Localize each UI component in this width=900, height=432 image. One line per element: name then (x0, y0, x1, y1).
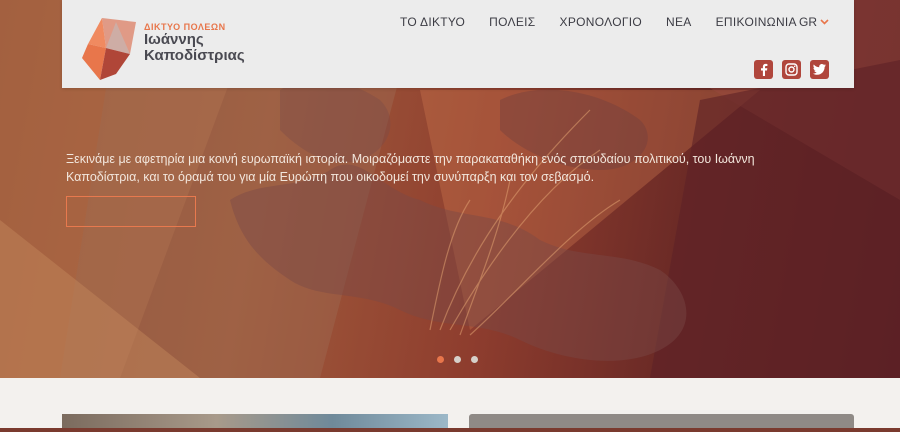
language-selector[interactable]: GR (799, 15, 829, 29)
carousel-dot-2[interactable] (454, 356, 461, 363)
carousel-dot-1[interactable] (437, 356, 444, 363)
twitter-icon[interactable] (810, 60, 829, 79)
brand-name-line2: Καποδίστριας (144, 47, 245, 64)
brand-name-line1: Ιωάννης (144, 31, 204, 48)
brand-name[interactable]: Ιωάννης Καποδίστριας (144, 32, 254, 64)
hero-description: Ξεκινάμε με αφετηρία μια κοινή ευρωπαϊκή… (66, 152, 755, 184)
nav-item-cities[interactable]: ΠΟΛΕΙΣ (489, 15, 535, 29)
carousel-dots (437, 356, 488, 363)
nav-item-news[interactable]: ΝΕΑ (666, 15, 692, 29)
carousel-dot-3[interactable] (471, 356, 478, 363)
nav-item-contact[interactable]: ΕΠΙΚΟΙΝΩΝΙΑ (716, 15, 797, 29)
hero-cta-button[interactable] (66, 196, 196, 227)
social-links (754, 60, 838, 79)
facebook-icon[interactable] (754, 60, 773, 79)
main-navigation: ΤΟ ΔΙΚΤΥΟ ΠΟΛΕΙΣ ΧΡΟΝΟΛΟΓΙΟ ΝΕΑ ΕΠΙΚΟΙΝΩ… (400, 15, 821, 29)
bottom-strip (0, 428, 900, 432)
site-header: ΔΙΚΤΥΟ ΠΟΛΕΩΝ Ιωάννης Καποδίστριας ΤΟ ΔΙ… (62, 0, 854, 88)
logo-icon[interactable] (82, 18, 136, 80)
nav-item-network[interactable]: ΤΟ ΔΙΚΤΥΟ (400, 15, 465, 29)
language-label: GR (799, 15, 817, 29)
chevron-down-icon (820, 19, 829, 25)
instagram-icon[interactable] (782, 60, 801, 79)
nav-item-timeline[interactable]: ΧΡΟΝΟΛΟΓΙΟ (560, 15, 643, 29)
